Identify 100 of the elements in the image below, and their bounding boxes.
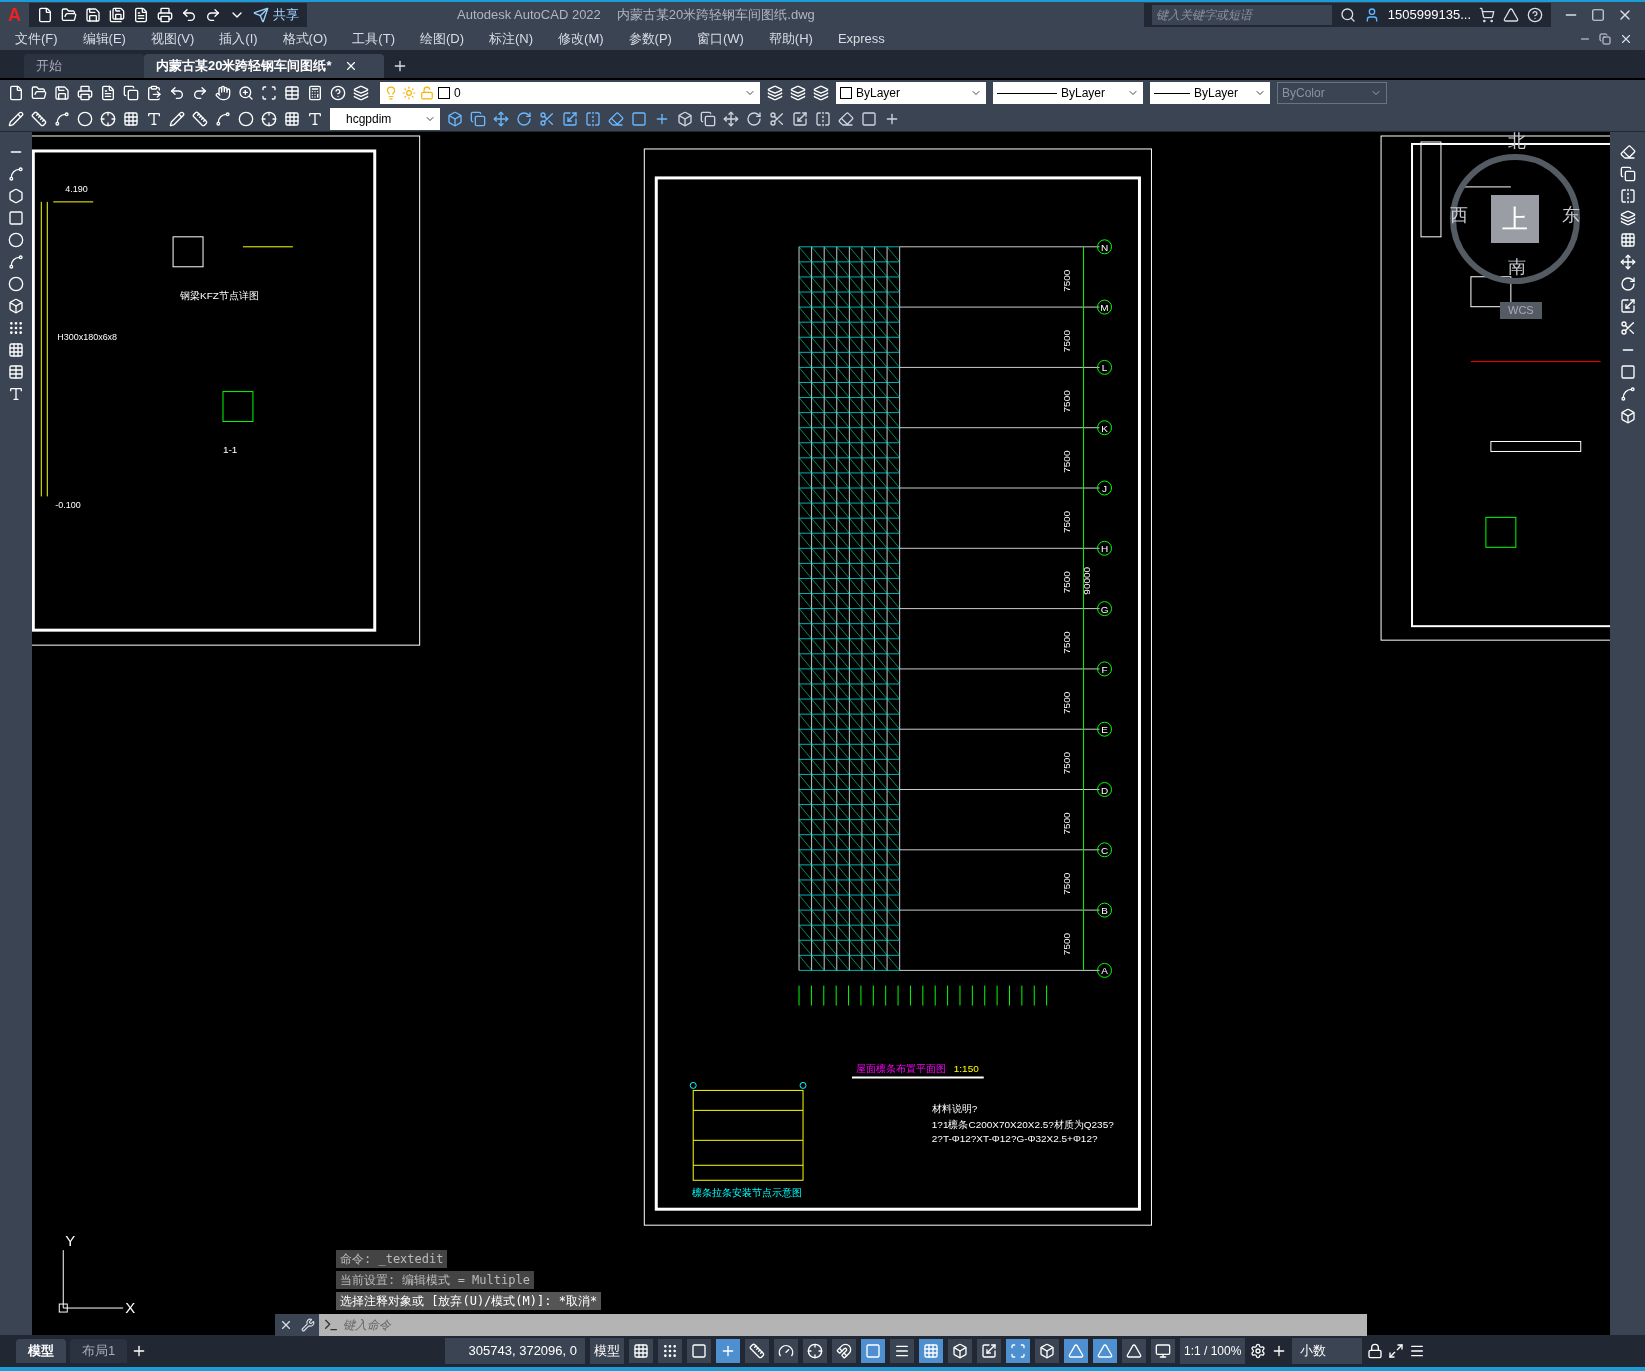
trim-icon[interactable] — [1619, 320, 1636, 336]
new-file-icon[interactable] — [8, 85, 24, 101]
linetype-dropdown[interactable]: ByLayer — [993, 82, 1143, 104]
erase-icon[interactable] — [608, 110, 624, 127]
move-icon[interactable] — [1619, 254, 1636, 270]
wrench-icon[interactable] — [301, 1318, 315, 1332]
circle-icon[interactable] — [238, 110, 254, 127]
close-icon[interactable] — [279, 1318, 293, 1332]
fillet-icon[interactable] — [1619, 386, 1636, 402]
menu-item[interactable]: 视图(V) — [140, 29, 205, 49]
hatch-icon[interactable] — [8, 342, 24, 358]
lock-icon[interactable] — [1367, 1343, 1384, 1359]
grid-toggle[interactable] — [629, 1339, 653, 1363]
menu-item[interactable]: 参数(P) — [618, 29, 682, 49]
rotate-icon[interactable] — [746, 110, 762, 127]
table-icon[interactable] — [8, 364, 24, 380]
save-icon[interactable] — [85, 7, 101, 23]
lineweight-toggle[interactable] — [890, 1339, 914, 1363]
new-file-icon[interactable] — [37, 7, 53, 23]
cart-icon[interactable] — [1479, 7, 1495, 23]
arc-icon[interactable] — [215, 110, 231, 127]
circle-icon[interactable] — [77, 110, 93, 127]
text-icon[interactable] — [8, 386, 24, 402]
user-name[interactable]: 1505999135... — [1387, 5, 1471, 25]
square-icon[interactable] — [861, 110, 877, 127]
monitor-toggle[interactable] — [1151, 1339, 1175, 1363]
open-folder-icon[interactable] — [31, 85, 47, 101]
undo-icon[interactable] — [181, 7, 197, 23]
object-snap-toggle[interactable] — [832, 1339, 856, 1363]
rotate-icon[interactable] — [516, 110, 532, 127]
table-icon[interactable] — [284, 85, 300, 101]
dimension-style-dropdown[interactable]: hcgpdim — [330, 107, 440, 130]
drawing-canvas[interactable] — [32, 132, 1610, 1335]
close-icon[interactable] — [1619, 32, 1633, 46]
move-icon[interactable] — [723, 110, 739, 127]
square-icon[interactable] — [631, 110, 647, 127]
redo-icon[interactable] — [192, 85, 208, 101]
gizmo-toggle[interactable] — [1006, 1339, 1030, 1363]
ellipse-icon[interactable] — [8, 276, 24, 292]
menu-item[interactable]: 帮助(H) — [758, 29, 823, 49]
circle-icon[interactable] — [8, 232, 24, 248]
polyline-icon[interactable] — [8, 166, 24, 182]
undo-icon[interactable] — [169, 85, 185, 101]
menu-item[interactable]: 修改(M) — [548, 29, 614, 49]
spline-icon[interactable] — [8, 254, 24, 270]
transparency-toggle[interactable] — [919, 1339, 943, 1363]
mirror-icon[interactable] — [815, 110, 831, 127]
share-button[interactable]: 共享 — [253, 5, 299, 25]
trim-icon[interactable] — [539, 110, 555, 127]
settings-icon[interactable] — [1250, 1343, 1267, 1359]
dynamic-input-toggle[interactable] — [716, 1339, 740, 1363]
polygon-icon[interactable] — [8, 188, 24, 204]
copy-icon[interactable] — [700, 110, 716, 127]
box-toggle[interactable] — [948, 1339, 972, 1363]
menu-item[interactable]: 标注(N) — [479, 29, 544, 49]
break-icon[interactable] — [1619, 364, 1636, 380]
layers-icon[interactable] — [353, 85, 369, 101]
box-icon[interactable] — [677, 110, 693, 127]
layout-tab[interactable]: 模型 — [16, 1339, 66, 1363]
scale-icon[interactable] — [792, 110, 808, 127]
restore-icon[interactable] — [1599, 33, 1611, 45]
coordinates-display[interactable]: 305743, 372096, 0 — [445, 1338, 585, 1364]
save-as-icon[interactable] — [109, 7, 125, 23]
menu-item[interactable]: 文件(F) — [5, 29, 68, 49]
center-mark-icon[interactable] — [100, 110, 116, 127]
menu-icon[interactable] — [1409, 1343, 1426, 1359]
color-dropdown[interactable]: ByLayer — [836, 82, 986, 104]
maximize-icon[interactable] — [1591, 8, 1605, 22]
point-icon[interactable] — [8, 320, 24, 336]
polar-toggle[interactable] — [774, 1339, 798, 1363]
menu-item[interactable]: 插入(I) — [209, 29, 268, 49]
menu-item[interactable]: 工具(T) — [342, 29, 405, 49]
pan-hand-icon[interactable] — [215, 85, 231, 101]
fullscreen-icon[interactable] — [1388, 1343, 1405, 1359]
lineweight-dropdown[interactable]: ByLayer — [1150, 82, 1270, 104]
isodraw-toggle[interactable] — [803, 1339, 827, 1363]
command-line-field[interactable]: 键入命令 — [319, 1314, 1367, 1336]
document-tab[interactable]: 内蒙古某20米跨轻钢车间图纸* — [144, 54, 384, 78]
layer-dropdown[interactable]: 0 — [380, 82, 760, 104]
offset-icon[interactable] — [1619, 210, 1636, 226]
copy-icon[interactable] — [1619, 166, 1636, 182]
linear-dimension-icon[interactable] — [192, 110, 208, 127]
help-icon[interactable] — [1527, 7, 1543, 23]
menu-item[interactable]: 编辑(E) — [72, 29, 136, 49]
zoom-window-icon[interactable] — [261, 85, 277, 101]
menu-item[interactable]: 绘图(D) — [409, 29, 474, 49]
annotation-visibility-toggle[interactable] — [1064, 1339, 1088, 1363]
layout-tab[interactable]: 布局1 — [70, 1339, 128, 1363]
menu-item[interactable]: 窗口(W) — [686, 29, 754, 49]
ortho-toggle[interactable] — [745, 1339, 769, 1363]
layers-icon[interactable] — [767, 85, 783, 101]
annotation-toggle[interactable] — [1122, 1339, 1146, 1363]
box-icon[interactable] — [447, 110, 463, 127]
layer-states-icon[interactable] — [813, 85, 829, 101]
search-icon[interactable] — [1339, 7, 1356, 23]
edit-icon[interactable] — [8, 110, 24, 127]
text-icon[interactable] — [307, 110, 323, 127]
layer-previous-icon[interactable] — [790, 85, 806, 101]
printer-icon[interactable] — [157, 7, 173, 23]
document-icon[interactable] — [133, 7, 149, 23]
